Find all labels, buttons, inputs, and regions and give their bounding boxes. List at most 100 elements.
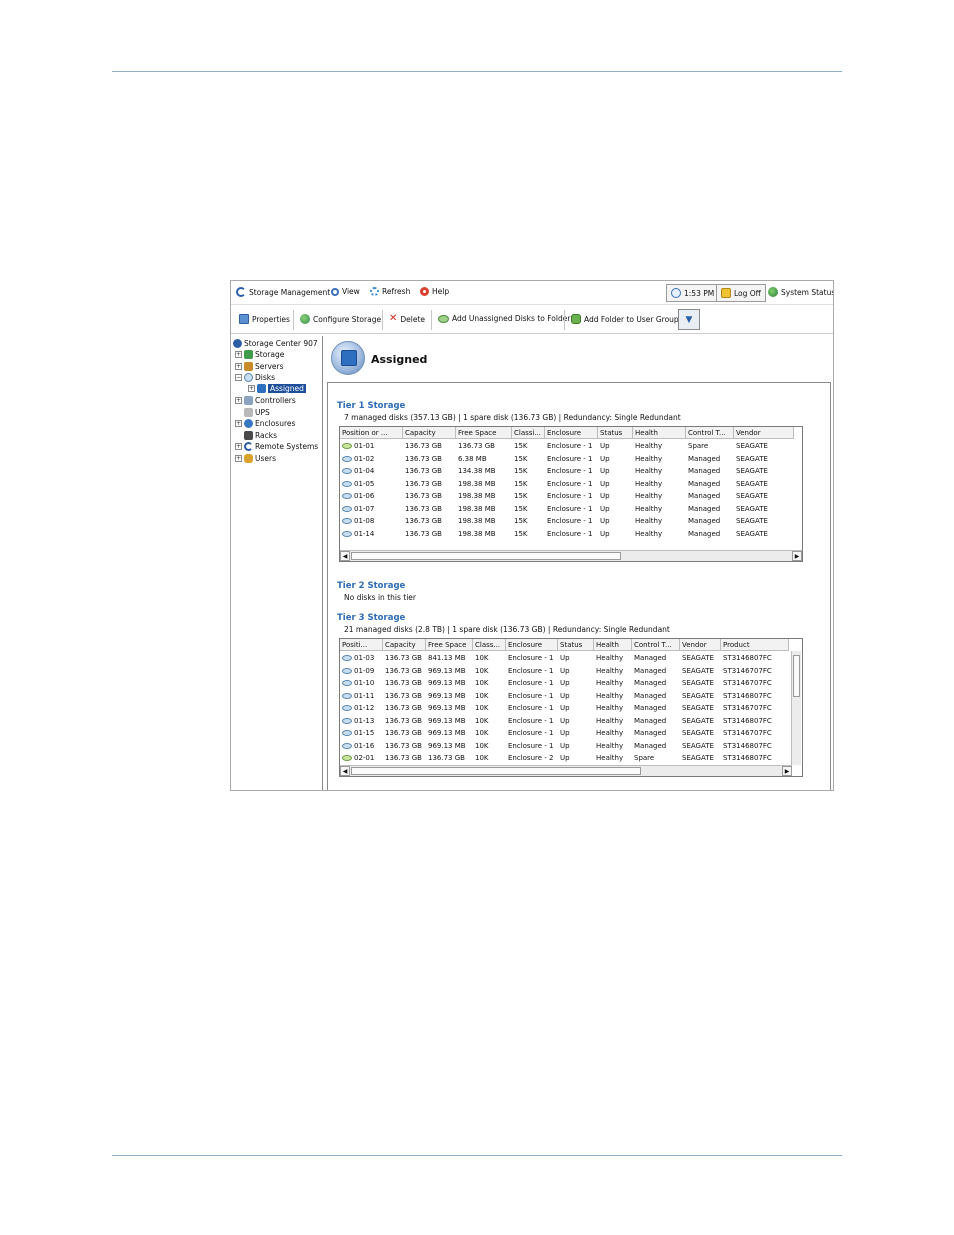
tree-item-assigned[interactable]: + Assigned [248, 383, 306, 394]
tree-item-storage[interactable]: + Storage [235, 349, 284, 360]
scroll-left-icon[interactable]: ◀ [340, 766, 350, 776]
properties-icon [239, 314, 249, 324]
table-cell: 136.73 GB [385, 679, 422, 687]
expand-icon[interactable]: + [235, 443, 242, 450]
table-cell: SEAGATE [736, 454, 768, 463]
column-header[interactable]: Vendor [734, 427, 794, 439]
expand-icon[interactable]: + [235, 351, 242, 358]
column-header[interactable]: Health [594, 639, 632, 651]
column-header[interactable]: Class... [473, 639, 506, 651]
horizontal-scrollbar[interactable]: ◀ ▶ [340, 550, 802, 561]
servers-icon [244, 361, 253, 371]
system-status-label: System Status [781, 287, 834, 297]
column-header[interactable]: Control T... [632, 639, 680, 651]
table-row[interactable]: 01-02 136.73 GB 6.38 MB 15K Enclosure - 1 Up H… [340, 453, 794, 466]
table-row[interactable]: 01-14 136.73 GB 198.38 MB 15K Enclosure - 1 U… [340, 528, 794, 541]
tree-item-disks[interactable]: − Disks [235, 372, 275, 383]
tree-item-ups[interactable]: UPS [244, 407, 270, 418]
column-header[interactable]: Enclosure [545, 427, 598, 439]
expand-icon[interactable]: + [235, 362, 242, 370]
column-header[interactable]: Control T... [686, 427, 734, 439]
controllers-icon [244, 396, 253, 405]
tree-item-servers[interactable]: + Servers [235, 361, 284, 372]
configure-storage-button[interactable]: Configure Storage [300, 314, 381, 324]
disk-position: 01-08 [354, 517, 375, 525]
add-folder-user-group-button[interactable]: Add Folder to User Group [571, 314, 679, 324]
column-header[interactable]: Free Space [426, 639, 473, 651]
add-unassigned-disks-button[interactable]: Add Unassigned Disks to Folder [438, 314, 570, 323]
table-row[interactable]: 01-01 136.73 GB 136.73 GB 15K Enclosure - 1 U… [340, 440, 794, 453]
table-row[interactable]: 01-11 136.73 GB 969.13 MB 10K Enclosure - 1 U… [340, 690, 789, 703]
tree-item-remote-systems[interactable]: + Remote Systems [235, 441, 318, 452]
column-header[interactable]: Positi... [340, 639, 383, 651]
table-cell: ST3146807FC [723, 654, 772, 662]
expand-icon[interactable]: + [235, 397, 242, 404]
scroll-thumb[interactable] [351, 552, 621, 560]
table-row[interactable]: 01-09 136.73 GB 969.13 MB 10K Enclosure - 1 U… [340, 665, 789, 678]
table-cell: 136.73 GB [405, 504, 442, 513]
logoff-button[interactable]: Log Off [716, 284, 766, 302]
tree-item-enclosures[interactable]: + Enclosures [235, 418, 295, 429]
table-row[interactable]: 01-12 136.73 GB 969.13 MB 10K Enclosure - 1 U… [340, 702, 789, 715]
delete-button[interactable]: ✕ Delete [389, 314, 425, 324]
table-row[interactable]: 01-05 136.73 GB 198.38 MB 15K Enclosure - 1 U… [340, 478, 794, 491]
column-header[interactable]: Position or ... [340, 427, 403, 439]
table-row[interactable]: 01-06 136.73 GB 198.38 MB 15K Enclosure - 1 U… [340, 490, 794, 503]
scroll-right-icon[interactable]: ▶ [782, 766, 792, 776]
tree-root-storage-center[interactable]: Storage Center 907 [233, 338, 318, 349]
tree-item-users[interactable]: + Users [235, 453, 276, 464]
delete-label: Delete [400, 314, 426, 324]
table-cell: 136.73 GB [385, 704, 422, 712]
table-row[interactable]: 01-03 136.73 GB 841.13 MB 10K Enclosure - 1 U… [340, 652, 789, 665]
table-cell: ST3146707FC [723, 666, 772, 675]
vertical-scrollbar[interactable] [791, 651, 801, 765]
table-row[interactable]: 01-07 136.73 GB 198.38 MB 15K Enclosure - 1 U… [340, 503, 794, 516]
column-header[interactable]: Enclosure [506, 639, 558, 651]
scroll-thumb[interactable] [351, 767, 641, 775]
properties-label: Properties [252, 314, 290, 324]
column-header[interactable]: Status [558, 639, 594, 651]
column-header[interactable]: Capacity [403, 427, 456, 439]
menu-help[interactable]: Help [420, 287, 449, 296]
table-cell: 15K [514, 517, 528, 525]
menu-storage-management[interactable]: Storage Management [236, 287, 330, 297]
column-header[interactable]: Capacity [383, 639, 426, 651]
tree-item-controllers[interactable]: + Controllers [235, 395, 296, 406]
table-cell: Up [600, 442, 610, 450]
scroll-left-icon[interactable]: ◀ [340, 551, 350, 561]
expand-icon[interactable]: + [235, 454, 242, 462]
expand-icon[interactable]: + [235, 420, 242, 427]
disk-icon [342, 493, 352, 499]
table-row[interactable]: 01-10 136.73 GB 969.13 MB 10K Enclosure - 1 U… [340, 677, 789, 690]
disk-icon [342, 667, 352, 674]
menu-view[interactable]: View [331, 287, 360, 296]
column-header[interactable]: Classi... [512, 427, 545, 439]
table-cell: 01-13 [340, 715, 383, 728]
scroll-thumb[interactable] [793, 655, 800, 697]
menu-refresh[interactable]: Refresh [370, 287, 410, 296]
column-header[interactable]: Status [598, 427, 633, 439]
table-row[interactable]: 02-01 136.73 GB 136.73 GB 10K Enclosure - 2 U… [340, 752, 789, 765]
scroll-right-icon[interactable]: ▶ [792, 551, 802, 561]
tree-item-racks[interactable]: Racks [244, 430, 277, 441]
table-row[interactable]: 01-15 136.73 GB 969.13 MB 10K Enclosure - 1 U… [340, 727, 789, 740]
column-header[interactable]: Health [633, 427, 686, 439]
toolbar-more-button[interactable]: ▼ [678, 309, 700, 330]
table-row[interactable]: 01-04 136.73 GB 134.38 MB 15K Enclosure - 1 U… [340, 465, 794, 478]
table-row[interactable]: 01-13 136.73 GB 969.13 MB 10K Enclosure - 1 U… [340, 715, 789, 728]
table-cell: Enclosure - 1 [508, 716, 554, 725]
column-header[interactable]: Free Space [456, 427, 512, 439]
column-header[interactable]: Product [721, 639, 789, 651]
collapse-icon[interactable]: − [235, 374, 242, 381]
table-row[interactable]: 01-08 136.73 GB 198.38 MB 15K Enclosure - 1 U… [340, 515, 794, 528]
disk-icon [342, 468, 352, 474]
horizontal-scrollbar[interactable]: ◀ ▶ [340, 765, 792, 776]
column-header[interactable]: Vendor [680, 639, 721, 651]
table-cell: 198.38 MB [458, 517, 496, 525]
properties-button[interactable]: Properties [239, 314, 290, 324]
system-status-button[interactable]: System Status [768, 287, 834, 297]
toolbar-separator [564, 310, 565, 330]
expand-icon[interactable]: + [248, 385, 255, 392]
disk-icon [342, 480, 352, 487]
table-row[interactable]: 01-16 136.73 GB 969.13 MB 10K Enclosure - 1 U… [340, 740, 789, 753]
